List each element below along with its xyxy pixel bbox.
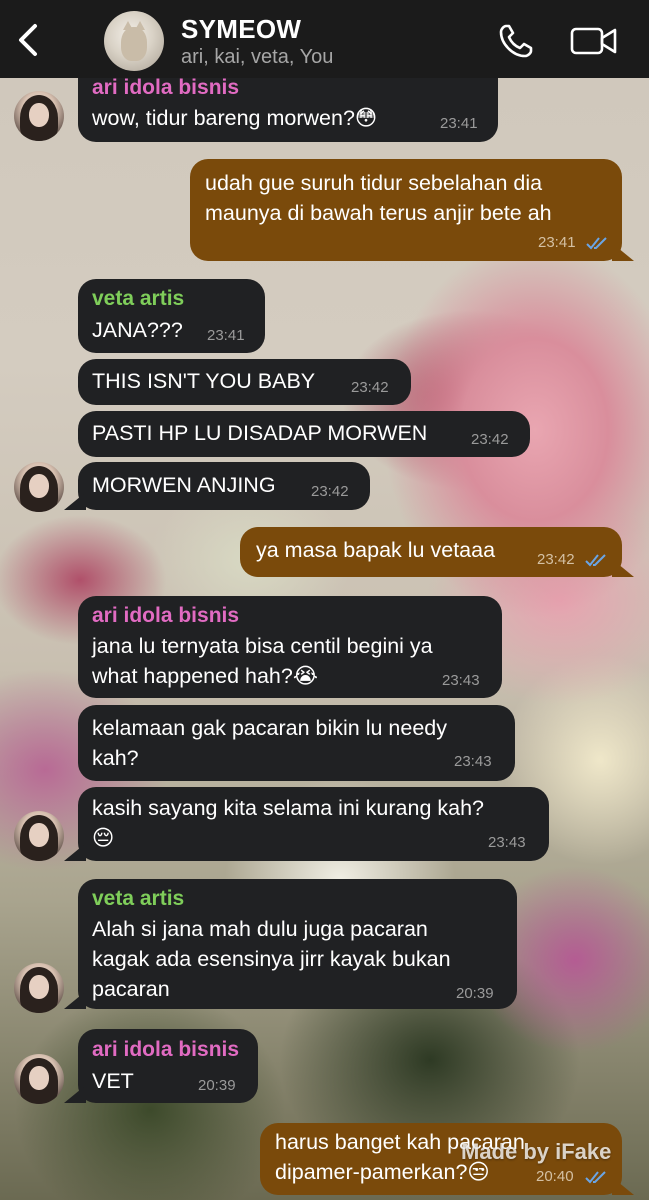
message-text: THIS ISN'T YOU BABY bbox=[92, 369, 316, 393]
bubble-tail bbox=[64, 492, 86, 510]
sender-name[interactable]: ari idola bisnis bbox=[92, 604, 239, 628]
group-title[interactable]: SYMEOW bbox=[181, 14, 301, 45]
back-button[interactable] bbox=[14, 22, 42, 58]
chevron-left-icon bbox=[19, 24, 37, 56]
bubble-tail bbox=[612, 1177, 634, 1195]
message-time: 23:43 bbox=[454, 753, 492, 770]
group-members[interactable]: ari, kai, veta, You bbox=[181, 46, 333, 69]
chat-header: SYMEOW ari, kai, veta, You bbox=[0, 0, 649, 78]
message-bubble[interactable]: veta artis Alah si jana mah dulu juga pa… bbox=[78, 879, 517, 1009]
message-bubble[interactable]: PASTI HP LU DISADAP MORWEN 23:42 bbox=[78, 411, 530, 457]
message-text: kasih sayang kita selama ini kurang kah?… bbox=[92, 796, 484, 850]
read-receipt-icon bbox=[586, 237, 607, 250]
message-text: ya masa bapak lu vetaaa bbox=[256, 538, 496, 562]
phone-icon bbox=[499, 24, 533, 58]
read-receipt-icon bbox=[585, 1171, 606, 1184]
message-text: PASTI HP LU DISADAP MORWEN bbox=[92, 421, 428, 445]
sender-name[interactable]: veta artis bbox=[92, 287, 184, 311]
message-time: 23:42 bbox=[537, 551, 575, 568]
message-bubble[interactable]: MORWEN ANJING 23:42 bbox=[78, 462, 370, 510]
message-time: 23:42 bbox=[311, 483, 349, 500]
message-bubble[interactable]: ari idola bisnis VET 20:39 bbox=[78, 1029, 258, 1103]
bubble-tail bbox=[612, 243, 634, 261]
message-bubble[interactable]: kelamaan gak pacaran bikin lu needy kah?… bbox=[78, 705, 515, 781]
video-call-button[interactable] bbox=[570, 25, 618, 57]
video-camera-icon bbox=[570, 27, 617, 55]
message-text: Alah si jana mah dulu juga pacaran kagak… bbox=[92, 917, 451, 1001]
bubble-tail bbox=[612, 559, 634, 577]
sender-name[interactable]: ari idola bisnis bbox=[92, 1038, 239, 1062]
message-time: 23:41 bbox=[207, 327, 245, 344]
message-text: MORWEN ANJING bbox=[92, 473, 276, 497]
message-bubble[interactable]: ari idola bisnis jana lu ternyata bisa c… bbox=[78, 596, 502, 698]
message-time: 20:40 bbox=[536, 1168, 574, 1185]
message-time: 20:39 bbox=[198, 1077, 236, 1094]
message-time: 23:43 bbox=[442, 672, 480, 689]
message-text: VET bbox=[92, 1069, 134, 1093]
message-bubble[interactable]: ya masa bapak lu vetaaa 23:42 bbox=[240, 527, 622, 577]
message-time: 23:41 bbox=[538, 234, 576, 251]
bubble-tail bbox=[64, 1085, 86, 1103]
bubble-tail bbox=[64, 991, 86, 1009]
message-bubble[interactable]: THIS ISN'T YOU BABY 23:42 bbox=[78, 359, 411, 405]
watermark: Made by iFake bbox=[461, 1139, 612, 1164]
sender-avatar[interactable] bbox=[14, 811, 64, 861]
message-text: kelamaan gak pacaran bikin lu needy kah? bbox=[92, 716, 447, 770]
sender-avatar[interactable] bbox=[14, 91, 64, 141]
sender-name[interactable]: ari idola bisnis bbox=[92, 76, 239, 100]
message-time: 23:43 bbox=[488, 834, 526, 851]
message-text: jana lu ternyata bisa centil begini ya w… bbox=[92, 634, 433, 688]
bubble-tail bbox=[64, 843, 86, 861]
message-time: 23:41 bbox=[440, 115, 478, 132]
message-text: wow, tidur bareng morwen?😳 bbox=[92, 106, 378, 130]
voice-call-button[interactable] bbox=[497, 22, 535, 60]
sender-avatar[interactable] bbox=[14, 963, 64, 1013]
read-receipt-icon bbox=[585, 554, 606, 567]
message-bubble[interactable]: veta artis JANA??? 23:41 bbox=[78, 279, 265, 353]
group-avatar[interactable] bbox=[104, 11, 164, 71]
sender-avatar[interactable] bbox=[14, 1054, 64, 1104]
message-time: 20:39 bbox=[456, 985, 494, 1002]
sender-name[interactable]: veta artis bbox=[92, 887, 184, 911]
message-bubble[interactable]: udah gue suruh tidur sebelahan dia mauny… bbox=[190, 159, 622, 261]
message-text: udah gue suruh tidur sebelahan dia mauny… bbox=[205, 171, 552, 225]
message-time: 23:42 bbox=[351, 379, 389, 396]
message-time: 23:42 bbox=[471, 431, 509, 448]
sender-avatar[interactable] bbox=[14, 462, 64, 512]
message-bubble[interactable]: kasih sayang kita selama ini kurang kah?… bbox=[78, 787, 549, 861]
message-bubble[interactable]: ari idola bisnis wow, tidur bareng morwe… bbox=[78, 76, 498, 142]
message-text: JANA??? bbox=[92, 318, 183, 342]
